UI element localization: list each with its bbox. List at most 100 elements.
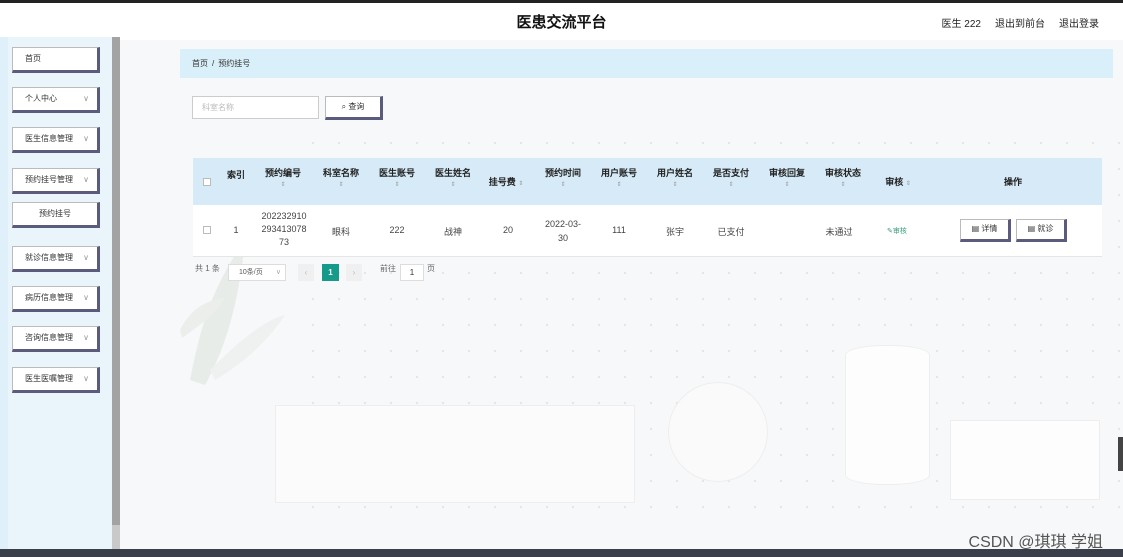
table-row: 1 202232910 293413078 73 眼科 222 战神 20 20…: [193, 205, 1102, 257]
logout-link[interactable]: 退出登录: [1059, 15, 1099, 30]
cell-department: 眼科: [331, 227, 350, 237]
sidebar-item-doctor-orders[interactable]: 医生医嘱管理 ∨: [12, 367, 100, 393]
back-to-frontend-link[interactable]: 退出到前台: [995, 15, 1045, 30]
sidebar-item-label: 就诊信息管理: [25, 253, 73, 262]
goto-label: 前往: [380, 264, 396, 273]
sidebar-item-label: 病历信息管理: [25, 293, 73, 302]
cell-user-account: 111: [612, 225, 626, 235]
sidebar-item-personal-center[interactable]: 个人中心 ∨: [12, 87, 100, 113]
column-header-booking-no[interactable]: 预约编号 ⇕: [255, 166, 311, 188]
page-number-current[interactable]: 1: [322, 264, 339, 281]
goto-page-input[interactable]: 1: [400, 264, 424, 281]
breadcrumb: 首页 / 预约挂号: [180, 49, 1113, 78]
column-header-user-name[interactable]: 用户姓名 ⇕: [649, 166, 701, 188]
decorative-block: [275, 405, 635, 503]
sort-icon: ⇕: [784, 182, 790, 188]
sort-icon: ⇕: [840, 182, 846, 188]
sidebar-item-label: 预约挂号管理: [25, 175, 73, 184]
sidebar-item-label: 医生信息管理: [25, 134, 73, 143]
next-page-button[interactable]: ›: [346, 264, 362, 281]
sidebar-item-label: 医生医嘱管理: [25, 374, 73, 383]
column-header-audit[interactable]: 审核 ⇕: [873, 175, 923, 188]
sort-icon: ⇕: [338, 182, 344, 188]
decorative-box: [950, 420, 1100, 500]
search-button[interactable]: ⌕ 查询: [325, 96, 383, 120]
sidebar-item-home[interactable]: 首页: [12, 47, 100, 73]
breadcrumb-home[interactable]: 首页: [192, 59, 208, 68]
page-unit-label: 页: [427, 264, 435, 273]
column-header-fee[interactable]: 挂号费 ⇕: [481, 175, 531, 188]
department-search-input[interactable]: 科室名称: [192, 96, 319, 119]
decorative-cylinder: [845, 345, 930, 485]
sort-icon: ⇕: [672, 182, 678, 188]
side-feedback-tab[interactable]: [1118, 437, 1123, 471]
chevron-down-icon: ∨: [83, 253, 89, 262]
header-links: 医生 222 退出到前台 退出登录: [942, 15, 1099, 30]
breadcrumb-current: 预约挂号: [218, 59, 251, 68]
cell-booking-no: 202232910 293413078 73: [261, 211, 307, 247]
decorative-disc: [668, 382, 768, 482]
cell-doctor-account: 222: [389, 225, 405, 235]
chevron-down-icon: ∨: [83, 94, 89, 103]
current-user-label: 医生 222: [941, 19, 981, 30]
column-header-audit-status[interactable]: 审核状态 ⇕: [817, 166, 869, 188]
audit-link[interactable]: ✎审核: [887, 226, 907, 236]
chevron-down-icon: ∨: [83, 175, 89, 184]
cell-doctor-name: 战神: [443, 227, 462, 237]
sort-icon: ⇕: [394, 182, 400, 188]
sort-icon: ⇕: [728, 182, 734, 188]
sidebar-scroll-thumb[interactable]: [112, 37, 120, 525]
breadcrumb-separator: /: [212, 59, 215, 68]
taskbar: [0, 549, 1123, 557]
page-size-select[interactable]: 10条/页 ∨: [228, 264, 286, 281]
column-header-booking-time[interactable]: 预约时间 ⇕: [537, 166, 589, 188]
sidebar-item-label: 预约挂号: [39, 209, 71, 218]
sort-icon: ⇕: [518, 181, 524, 187]
sort-icon: ⇕: [560, 182, 566, 188]
column-header-actions: 操作: [1003, 177, 1022, 187]
column-header-index: 索引: [226, 170, 245, 180]
search-button-label: 查询: [348, 102, 365, 111]
sort-icon: ⇕: [616, 182, 622, 188]
prev-page-button[interactable]: ‹: [298, 264, 314, 281]
sidebar-item-doctor-info[interactable]: 医生信息管理 ∨: [12, 127, 100, 153]
sidebar-item-consultation[interactable]: 咨询信息管理 ∨: [12, 326, 100, 352]
top-header: 医患交流平台 医生 222 退出到前台 退出登录: [0, 0, 1123, 40]
table-header: 索引 预约编号 ⇕ 科室名称 ⇕ 医生账号 ⇕ 医生姓名 ⇕ 挂号费 ⇕ 预约时间 ⇕ 用…: [193, 158, 1102, 205]
document-icon: ▤: [1027, 224, 1036, 233]
cell-index: 1: [233, 225, 239, 235]
sort-icon: ⇕: [905, 181, 911, 187]
chevron-down-icon: ∨: [83, 134, 89, 143]
row-checkbox[interactable]: [203, 226, 211, 234]
pagination-total: 共 1 条: [195, 264, 220, 273]
chevron-down-icon: ∨: [83, 374, 89, 383]
sort-icon: ⇕: [450, 182, 456, 188]
column-header-department[interactable]: 科室名称 ⇕: [315, 166, 367, 188]
cell-booking-time: 2022-03- 30: [544, 219, 582, 243]
column-header-doctor-name[interactable]: 医生姓名 ⇕: [427, 166, 479, 188]
sidebar-item-booking-management[interactable]: 预约挂号管理 ∨: [12, 168, 100, 194]
detail-button[interactable]: ▤ 详情: [960, 219, 1011, 242]
sidebar-item-label: 个人中心: [25, 94, 57, 103]
sidebar-item-visit-info[interactable]: 就诊信息管理 ∨: [12, 246, 100, 272]
cell-user-name: 张宇: [665, 227, 684, 237]
document-icon: ▤: [971, 224, 980, 233]
sidebar-item-label: 首页: [25, 54, 41, 63]
sidebar-edge: [0, 37, 8, 549]
column-header-doctor-account[interactable]: 医生账号 ⇕: [371, 166, 423, 188]
sidebar-item-label: 咨询信息管理: [25, 333, 73, 342]
select-all-checkbox[interactable]: [203, 178, 211, 186]
cell-audit-status: 未通过: [825, 227, 853, 237]
sidebar-item-booking[interactable]: 预约挂号: [12, 202, 100, 228]
column-header-user-account[interactable]: 用户账号 ⇕: [593, 166, 645, 188]
cell-paid: 已支付: [717, 227, 745, 237]
chevron-down-icon: ∨: [83, 333, 89, 342]
visit-button[interactable]: ▤ 就诊: [1016, 219, 1067, 242]
cell-fee: 20: [502, 225, 513, 235]
sidebar-item-medical-records[interactable]: 病历信息管理 ∨: [12, 286, 100, 312]
column-header-audit-reply[interactable]: 审核回复 ⇕: [761, 166, 813, 188]
sort-icon: ⇕: [280, 182, 286, 188]
chevron-down-icon: ∨: [83, 293, 89, 302]
search-icon: ⌕: [341, 102, 347, 111]
column-header-paid[interactable]: 是否支付 ⇕: [705, 166, 757, 188]
